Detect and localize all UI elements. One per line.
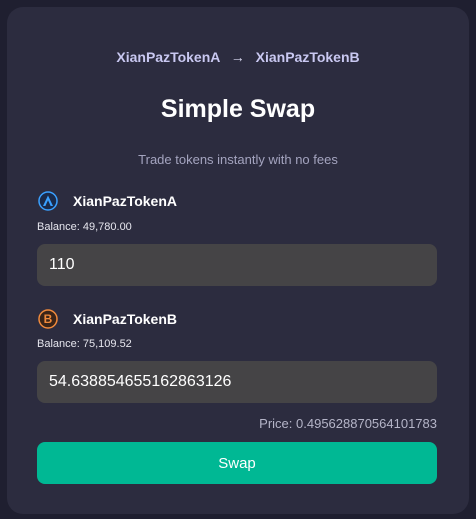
arrow-right-icon: → xyxy=(230,49,245,65)
token-a-name: XianPazTokenA xyxy=(73,193,177,209)
svg-text:B: B xyxy=(44,312,53,326)
token-pair-header: XianPazTokenA → XianPazTokenB xyxy=(7,49,469,65)
token-b-logo-icon: B xyxy=(38,309,58,329)
token-b-header: B XianPazTokenB xyxy=(38,309,177,329)
token-a-amount-input[interactable] xyxy=(37,244,437,286)
page-subtitle: Trade tokens instantly with no fees xyxy=(138,152,338,167)
token-b-balance: Balance: 75,109.52 xyxy=(37,338,132,350)
price-label: Price: 0.495628870564101783 xyxy=(259,416,437,431)
token-a-balance: Balance: 49,780.00 xyxy=(37,221,132,233)
pair-token-from: XianPazTokenA xyxy=(116,49,220,65)
token-a-logo-icon xyxy=(38,191,58,211)
token-b-name: XianPazTokenB xyxy=(73,311,177,327)
page-title: Simple Swap xyxy=(160,95,316,123)
token-a-header: XianPazTokenA xyxy=(38,191,177,211)
swap-card: XianPazTokenA → XianPazTokenB Simple Swa… xyxy=(7,7,469,514)
pair-token-to: XianPazTokenB xyxy=(255,49,360,65)
swap-button[interactable]: Swap xyxy=(37,442,437,484)
token-b-amount-input[interactable] xyxy=(37,361,437,403)
